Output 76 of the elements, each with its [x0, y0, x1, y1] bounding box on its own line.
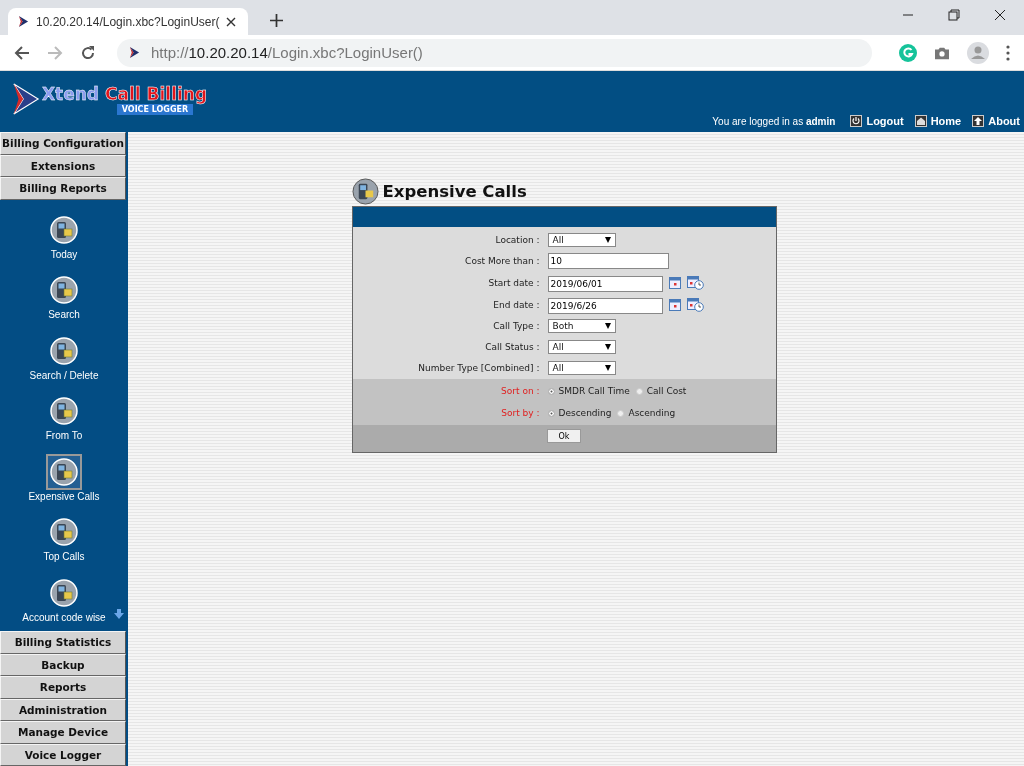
radio-option[interactable]: Descending	[547, 403, 612, 423]
phone-report-icon	[50, 336, 78, 365]
sort-label: Sort on :	[500, 386, 540, 396]
dropdown[interactable]: All	[547, 233, 616, 247]
radio-option[interactable]: SMDR Call Time	[547, 381, 630, 401]
page-title: Expensive Calls	[382, 182, 527, 201]
address-bar[interactable]: http://10.20.20.14/Login.xbc?LoginUser()	[117, 38, 872, 67]
profile-icon[interactable]	[967, 41, 989, 64]
close-icon[interactable]	[994, 9, 1006, 21]
menu-section-button[interactable]: Billing Configuration	[0, 132, 126, 155]
header-link[interactable]: About	[972, 115, 1020, 127]
header-link[interactable]: Home	[914, 115, 962, 127]
report-item[interactable]: Expensive Calls	[0, 453, 128, 502]
about-icon	[972, 115, 985, 127]
date-field[interactable]: 2019/06/01	[547, 276, 663, 292]
report-item[interactable]: From To	[0, 393, 128, 442]
calendar-icon[interactable]	[668, 298, 681, 311]
field-label: Cost More than :	[464, 256, 540, 266]
reload-icon[interactable]	[80, 44, 96, 61]
phone-report-icon	[50, 276, 78, 305]
close-icon[interactable]	[226, 16, 237, 27]
ok-button[interactable]: Ok	[547, 429, 581, 443]
logo-subtitle: VOICE LOGGER	[116, 103, 194, 115]
down-arrow-icon[interactable]	[114, 609, 124, 619]
chevron-logo-icon	[12, 82, 40, 116]
phone-report-icon	[351, 178, 379, 205]
field-label: Number Type [Combined] :	[417, 363, 540, 373]
report-item[interactable]: Account code wise	[0, 574, 128, 623]
radio-option[interactable]: Call Cost	[635, 381, 687, 401]
field-label: Location :	[494, 235, 540, 245]
calendar-icon[interactable]	[668, 276, 681, 289]
menu-section-button[interactable]: Extensions	[0, 154, 126, 177]
report-item[interactable]: Search / Delete	[0, 332, 128, 381]
field-label: Start date :	[487, 277, 540, 288]
menu-section-button[interactable]: Billing Statistics	[0, 631, 126, 654]
phone-report-icon	[50, 215, 78, 244]
menu-icon[interactable]	[1006, 44, 1010, 61]
phone-report-icon	[50, 457, 78, 486]
dropdown[interactable]: All	[547, 340, 616, 354]
report-item[interactable]: Search	[0, 272, 128, 321]
logo-brand: Xtend	[42, 83, 100, 104]
report-item[interactable]: Top Calls	[0, 514, 128, 563]
menu-section-button[interactable]: Manage Device	[0, 721, 126, 744]
calendar-clock-icon[interactable]	[686, 275, 704, 290]
menu-section-button[interactable]: Billing Reports	[0, 177, 126, 200]
camera-icon[interactable]	[934, 45, 950, 60]
menu-section-button[interactable]: Administration	[0, 698, 126, 721]
tab-title: 10.20.20.14/Login.xbc?LoginUser(	[36, 14, 220, 29]
field-label: End date :	[492, 299, 540, 310]
chevron-icon	[18, 15, 29, 28]
header-link[interactable]: Logout	[850, 115, 904, 127]
menu-section-button[interactable]: Voice Logger	[0, 743, 126, 766]
home-icon	[914, 115, 927, 127]
input-field[interactable]: 10	[547, 253, 669, 269]
logo-product: Call Billing	[105, 83, 208, 104]
report-item[interactable]: Today	[0, 211, 128, 260]
field-label: Call Type :	[492, 321, 540, 331]
login-status: You are logged in as admin	[712, 115, 836, 127]
phone-report-icon	[50, 397, 78, 426]
date-field[interactable]: 2019/6/26	[547, 298, 663, 314]
new-tab-icon[interactable]	[270, 14, 283, 27]
radio-option[interactable]: Ascending	[617, 403, 676, 423]
phone-report-icon	[50, 578, 78, 607]
logout-icon	[850, 115, 863, 127]
restore-icon[interactable]	[948, 9, 960, 21]
menu-section-button[interactable]: Backup	[0, 653, 126, 676]
menu-section-button[interactable]: Reports	[0, 676, 126, 699]
field-label: Call Status :	[484, 342, 540, 352]
dropdown[interactable]: Both	[547, 319, 616, 333]
back-icon[interactable]	[14, 44, 30, 61]
calendar-clock-icon[interactable]	[686, 297, 704, 312]
phone-report-icon	[50, 518, 78, 547]
sort-label: Sort by :	[500, 408, 540, 418]
chevron-icon	[129, 46, 140, 59]
dropdown[interactable]: All	[547, 361, 616, 375]
browser-tab[interactable]: 10.20.20.14/Login.xbc?LoginUser(	[8, 8, 248, 35]
